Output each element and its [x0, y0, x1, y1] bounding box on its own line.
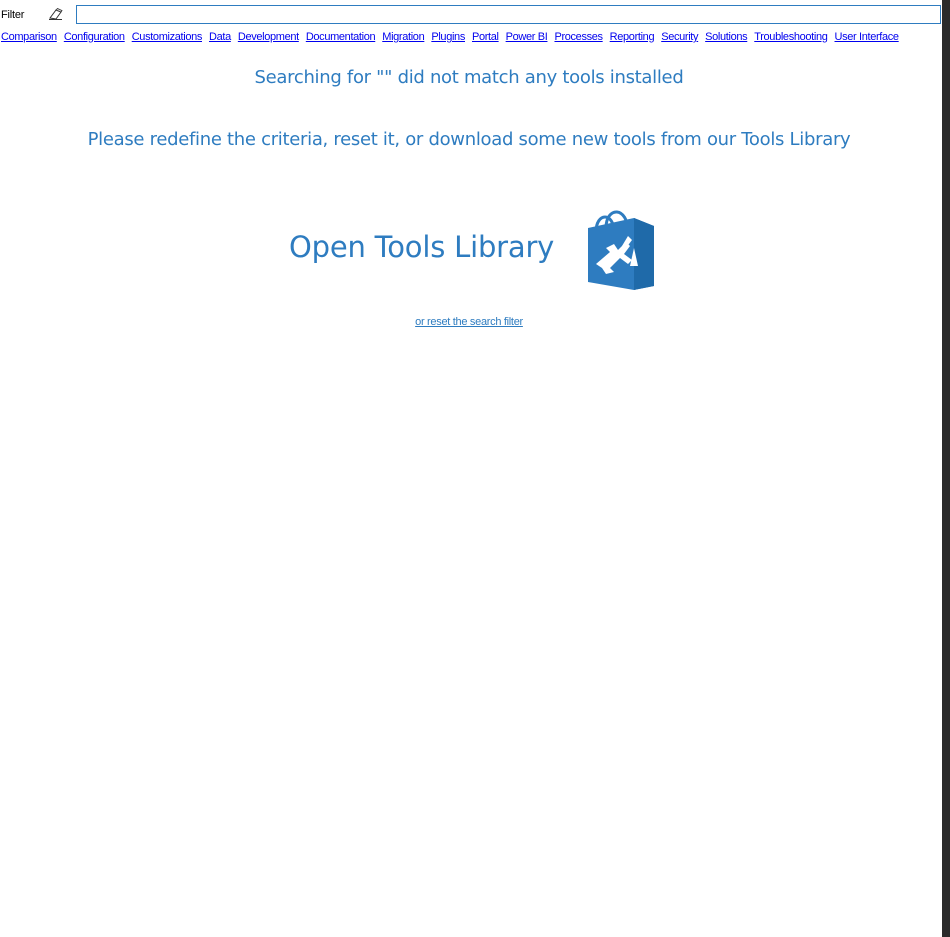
category-link-migration[interactable]: Migration	[382, 31, 424, 43]
category-link-data[interactable]: Data	[209, 31, 231, 43]
open-tools-library-button[interactable]: Open Tools Library	[289, 206, 664, 292]
category-link-configuration[interactable]: Configuration	[64, 31, 125, 43]
filter-label: Filter	[1, 9, 25, 21]
filter-input[interactable]	[76, 5, 941, 24]
reset-filter-link-wrapper: or reset the search filter	[0, 316, 938, 328]
category-link-power-bi[interactable]: Power BI	[506, 31, 548, 43]
no-match-message: Searching for "" did not match any tools…	[254, 67, 684, 88]
redefine-message: Please redefine the criteria, reset it, …	[87, 129, 851, 150]
window-edge	[942, 0, 950, 937]
reset-filter-link[interactable]: or reset the search filter	[415, 316, 523, 328]
category-link-user-interface[interactable]: User Interface	[835, 31, 900, 43]
category-links: Comparison Configuration Customizations Dat…	[1, 31, 941, 43]
category-link-documentation[interactable]: Documentation	[306, 31, 376, 43]
category-link-development[interactable]: Development	[238, 31, 299, 43]
category-link-reporting[interactable]: Reporting	[610, 31, 655, 43]
category-link-portal[interactable]: Portal	[472, 31, 499, 43]
shopping-bag-tools-icon	[588, 210, 654, 290]
category-link-solutions[interactable]: Solutions	[705, 31, 747, 43]
category-link-security[interactable]: Security	[661, 31, 698, 43]
open-tools-library-label: Open Tools Library	[289, 230, 555, 264]
category-link-processes[interactable]: Processes	[554, 31, 603, 43]
category-link-troubleshooting[interactable]: Troubleshooting	[754, 31, 828, 43]
eraser-icon[interactable]	[48, 7, 64, 21]
category-link-comparison[interactable]: Comparison	[1, 31, 57, 43]
category-link-plugins[interactable]: Plugins	[431, 31, 465, 43]
category-link-customizations[interactable]: Customizations	[132, 31, 203, 43]
